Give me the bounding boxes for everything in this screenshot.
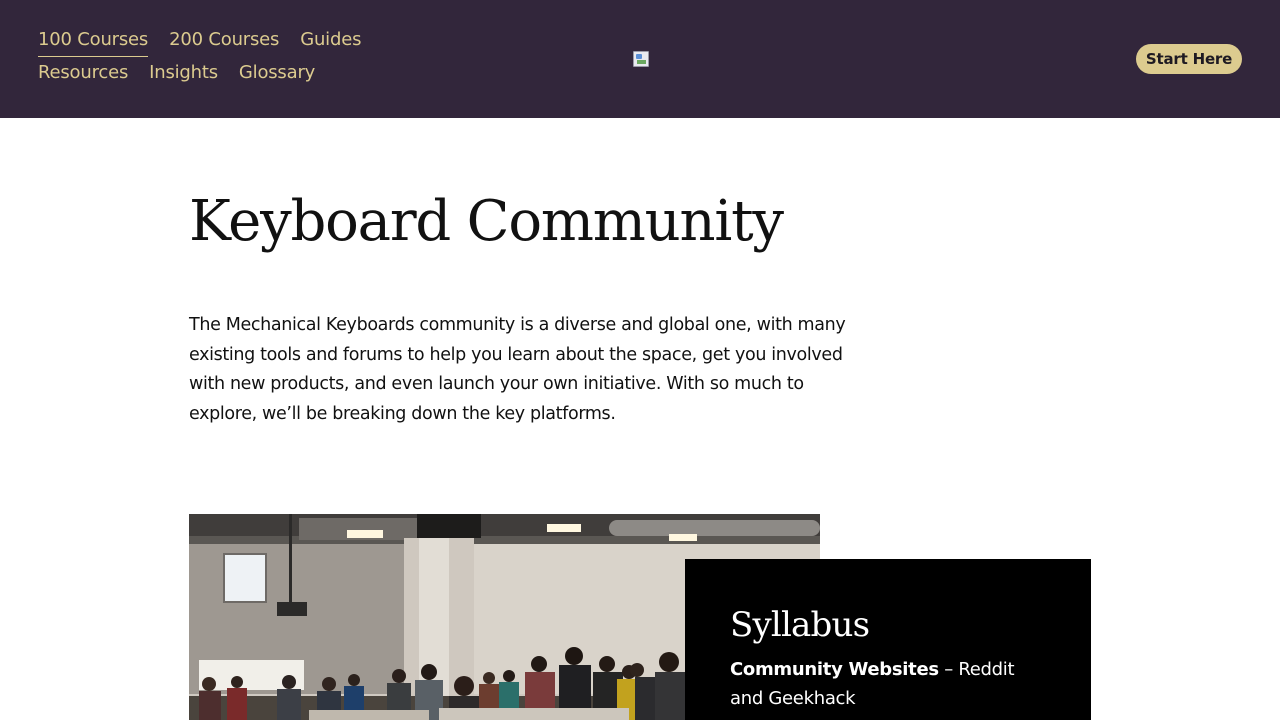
intro-paragraph: The Mechanical Keyboards community is a … [189, 315, 846, 424]
syllabus-item[interactable]: Community Websites – Reddit and Geekhack [730, 655, 1046, 713]
main-nav: 100 Courses 200 Courses Guides Resources… [38, 28, 378, 94]
nav-link-guides[interactable]: Guides [300, 28, 361, 56]
nav-row-1: 100 Courses 200 Courses Guides [38, 28, 378, 61]
nav-link-insights[interactable]: Insights [149, 61, 218, 89]
syllabus-heading: Syllabus [730, 605, 870, 645]
page-title: Keyboard Community [189, 189, 784, 254]
start-here-button[interactable]: Start Here [1136, 44, 1242, 74]
nav-link-glossary[interactable]: Glossary [239, 61, 315, 89]
nav-row-2: Resources Insights Glossary [38, 61, 378, 94]
broken-image-icon[interactable] [633, 51, 649, 67]
nav-link-200-courses[interactable]: 200 Courses [169, 28, 279, 56]
nav-link-100-courses[interactable]: 100 Courses [38, 28, 148, 57]
syllabus-item-title: Community Websites [730, 659, 939, 680]
site-header: 100 Courses 200 Courses Guides Resources… [0, 0, 1280, 118]
syllabus-panel: Syllabus Community Websites – Reddit and… [685, 559, 1091, 720]
nav-link-resources[interactable]: Resources [38, 61, 128, 89]
